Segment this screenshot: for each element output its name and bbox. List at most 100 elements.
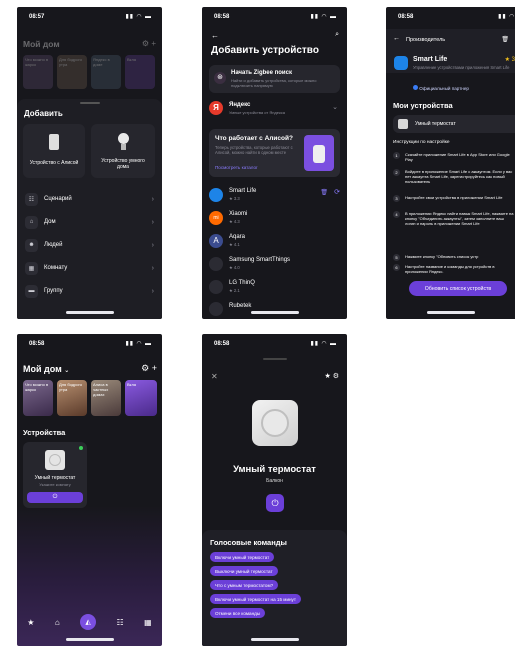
vendor-rating: 2.1 bbox=[233, 288, 240, 293]
tab-grid-icon[interactable]: ▦ bbox=[144, 618, 152, 627]
voice-title: Голосовые команды bbox=[210, 538, 287, 547]
chevron-down-icon: ⌄ bbox=[332, 104, 338, 111]
status-time: 08:58 bbox=[29, 341, 45, 347]
thermostat-icon bbox=[398, 119, 408, 129]
trash-icon[interactable]: 🗑 bbox=[320, 189, 328, 196]
vendor-row-samsung[interactable]: Samsung SmartThings ★ 4.0 bbox=[209, 254, 340, 274]
aqara-logo-icon: A bbox=[209, 234, 223, 248]
header-title: Производитель bbox=[406, 37, 446, 43]
refresh-icon[interactable]: ⟳ bbox=[334, 188, 340, 196]
tab-home-icon[interactable]: ⌂ bbox=[55, 618, 60, 627]
screen-add-device: 08:58 ▮▮ ◠ ▬ ← ⌕ Добавить устройство ⊛ Н… bbox=[202, 7, 347, 319]
voice-command-chip[interactable]: Включи умный термостат на 15 минут bbox=[210, 594, 301, 604]
instruction-step: 5 Нажмите кнопку "Обновить список устр bbox=[393, 254, 515, 263]
vendor-rating: 4.1 bbox=[233, 242, 240, 247]
back-arrow-icon[interactable]: ← bbox=[211, 31, 219, 40]
yandex-logo-icon: Я bbox=[209, 101, 223, 115]
gear-icon[interactable]: ⚙ bbox=[141, 363, 149, 373]
zigbee-search-card[interactable]: ⊛ Начать Zigbee поиск Найти и добавить у… bbox=[209, 65, 340, 93]
home-selector[interactable]: Мой дом ⌄ bbox=[23, 364, 69, 374]
online-indicator bbox=[79, 446, 83, 450]
thermostat-icon bbox=[45, 450, 65, 470]
add-sheet: Добавить Устройство с Алисой Устройство … bbox=[17, 99, 162, 319]
add-icon[interactable]: + bbox=[152, 363, 157, 373]
vendor-row-smartlife[interactable]: Smart Life ★ 3.3 🗑 ⟳ bbox=[209, 185, 340, 205]
vendor-row-lg[interactable]: LG ThinQ ★ 2.1 bbox=[209, 277, 340, 297]
rubetek-logo-icon bbox=[209, 302, 223, 316]
menu-item-scenario[interactable]: ☷ Сценарий › bbox=[25, 189, 154, 209]
story-card[interactable]: Для бодрого утра bbox=[57, 380, 87, 416]
screen-device-thermostat: 08:58 ▮▮ ◠ ▬ ✕ ★ ⚙ Умный термостат Балко… bbox=[202, 334, 347, 646]
close-icon[interactable]: ✕ bbox=[211, 372, 218, 381]
people-icon: ☻ bbox=[25, 238, 38, 252]
voice-command-chip[interactable]: Отмени все команды bbox=[210, 608, 266, 618]
tab-scenarios-icon[interactable]: ☷ bbox=[117, 618, 124, 627]
app-name: Smart Life bbox=[413, 56, 448, 63]
vendor-name: Rubetek bbox=[229, 303, 252, 309]
bulb-icon bbox=[115, 130, 133, 152]
device-row[interactable]: Умный термостат bbox=[393, 115, 515, 133]
device-room: Балкон bbox=[266, 478, 283, 484]
promo-card[interactable]: Что работает с Алисой? Теперь устройства… bbox=[209, 129, 340, 177]
sheet-handle[interactable] bbox=[262, 358, 287, 360]
house-icon: ⌂ bbox=[25, 215, 38, 229]
status-time: 08:58 bbox=[214, 341, 230, 347]
voice-command-chip[interactable]: Что с умным термостатом? bbox=[210, 580, 279, 590]
story-card: Вкла bbox=[125, 55, 155, 89]
menu-item-room[interactable]: ▦ Комнату › bbox=[25, 258, 154, 278]
catalog-link[interactable]: Посмотреть каталог bbox=[215, 165, 258, 170]
refresh-devices-button[interactable]: Обновить список устройств bbox=[409, 281, 507, 296]
sheet-handle[interactable] bbox=[79, 102, 100, 104]
instruction-step: 2 Войдите в приложение Smart Life с акка… bbox=[393, 169, 515, 193]
story-card[interactable]: Алиса в частных домах bbox=[91, 380, 121, 416]
tile-alice-device[interactable]: Устройство с Алисой bbox=[23, 124, 85, 178]
chevron-right-icon: › bbox=[151, 218, 154, 226]
section-title: Устройства bbox=[23, 428, 66, 437]
voice-command-chip[interactable]: Выключи умный термостат bbox=[210, 566, 278, 576]
vendor-rating: 4.0 bbox=[233, 265, 240, 270]
vendor-name: Samsung SmartThings bbox=[229, 257, 291, 263]
power-button[interactable]: ⏻ bbox=[27, 492, 83, 503]
chevron-down-icon: ⌄ bbox=[64, 368, 70, 374]
power-button[interactable]: ⏻ bbox=[266, 494, 284, 512]
chevron-right-icon: › bbox=[151, 195, 154, 203]
story-card: Яндекс в доме bbox=[91, 55, 121, 89]
home-indicator bbox=[65, 311, 114, 314]
story-card[interactable]: Вкла bbox=[125, 380, 157, 416]
gear-icon[interactable]: ⚙ bbox=[333, 373, 339, 380]
voice-command-chip[interactable]: Включи умный термостат bbox=[210, 552, 275, 562]
star-icon[interactable]: ★ bbox=[324, 373, 330, 380]
vendor-row-aqara[interactable]: A Aqara ★ 4.1 bbox=[209, 231, 340, 251]
thermostat-image bbox=[252, 400, 298, 446]
settings-icon: ⚙ + bbox=[141, 39, 156, 48]
zigbee-title: Начать Zigbee поиск bbox=[231, 70, 292, 76]
room-icon: ▦ bbox=[25, 261, 38, 275]
yandex-row[interactable]: Я Яндекс Умные устройства от Яндекса ⌄ bbox=[209, 99, 340, 119]
scenario-icon: ☷ bbox=[25, 192, 38, 206]
search-icon[interactable]: ⌕ bbox=[335, 31, 339, 39]
menu-item-people[interactable]: ☻ Людей › bbox=[25, 235, 154, 255]
menu-item-home[interactable]: ⌂ Дом › bbox=[25, 212, 154, 232]
promo-text: Теперь устройства, которые работают с Ал… bbox=[215, 145, 293, 155]
story-card: Что можно в жарко bbox=[23, 55, 53, 89]
vendor-rating: 3.3 bbox=[233, 196, 240, 201]
menu-item-group[interactable]: ▬ Группу › bbox=[25, 281, 154, 301]
screen-my-home: 08:58 ▮▮ ◠ ▬ Мой дом ⌄ ⚙ + Что можно в ж… bbox=[17, 334, 162, 646]
status-time: 08:58 bbox=[398, 14, 414, 20]
status-time: 08:57 bbox=[29, 14, 45, 20]
device-tile-thermostat[interactable]: Умный термостат Укажите комнату ⏻ bbox=[23, 442, 87, 508]
zigbee-subtitle: Найти и добавить устройства, которые мож… bbox=[231, 78, 317, 88]
tab-alice-icon[interactable]: ◭ bbox=[80, 614, 97, 630]
story-card[interactable]: Что можно в жарко bbox=[23, 380, 53, 416]
back-arrow-icon[interactable]: ← bbox=[393, 35, 400, 42]
tab-favorites-star-icon[interactable]: ★ bbox=[27, 618, 34, 627]
tile-smart-device[interactable]: Устройство умного дома bbox=[91, 124, 155, 178]
vendor-row-xiaomi[interactable]: mi Xiaomi ★ 4.3 bbox=[209, 208, 340, 228]
tile-label: Устройство умного дома bbox=[101, 158, 145, 170]
partner-label: Официальный партнер bbox=[419, 86, 469, 91]
instruction-step: 6 Настройте название и команды для устро… bbox=[393, 264, 515, 278]
yandex-subtitle: Умные устройства от Яндекса bbox=[229, 110, 286, 115]
trash-icon[interactable]: 🗑 bbox=[501, 36, 509, 43]
smartlife-logo-icon bbox=[209, 188, 223, 202]
lg-logo-icon bbox=[209, 280, 223, 294]
